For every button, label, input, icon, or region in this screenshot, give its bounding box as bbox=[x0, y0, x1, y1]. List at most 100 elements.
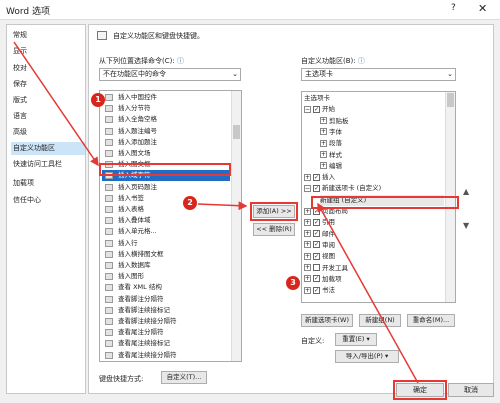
command-list-item[interactable]: 查看 XML 结构 bbox=[102, 282, 230, 293]
ribbon-tree-item[interactable]: + ✓ 加载项 bbox=[304, 274, 444, 285]
expand-icon[interactable]: + bbox=[304, 264, 311, 271]
customize-shortcut-button[interactable]: 自定义(T)... bbox=[161, 371, 207, 384]
command-list-item[interactable]: 插入题注编号 bbox=[102, 126, 230, 137]
command-icon bbox=[105, 284, 113, 292]
collapse-icon[interactable]: − bbox=[304, 105, 311, 113]
sidebar-item-10[interactable]: 信任中心 bbox=[11, 194, 85, 207]
ribbon-tree-item[interactable]: + 剪贴板 bbox=[320, 116, 444, 127]
ribbon-tree-item[interactable]: + 字体 bbox=[320, 127, 444, 138]
ok-button[interactable]: 确定 bbox=[393, 380, 447, 400]
command-list-item[interactable]: 插入图形 bbox=[102, 271, 230, 282]
command-list-item[interactable]: 插入表格 bbox=[102, 204, 230, 215]
ribbon-tree-item[interactable]: + 编辑 bbox=[320, 161, 444, 172]
ribbon-tree-item[interactable]: + ✓ 引用 bbox=[304, 217, 444, 228]
expand-icon[interactable]: + bbox=[304, 286, 311, 294]
tab-checkbox[interactable]: ✓ bbox=[313, 184, 320, 192]
command-list-item[interactable]: 插入全角空格 bbox=[102, 114, 230, 125]
command-list-item[interactable]: 插入数据库 bbox=[102, 260, 230, 271]
new-group-button[interactable]: 新建组(N) bbox=[359, 314, 401, 327]
collapse-icon[interactable]: − bbox=[304, 184, 311, 192]
command-list-item[interactable]: 查看脚注续接分隔符 bbox=[102, 316, 230, 327]
ribbon-tree-item[interactable]: + ✓ 邮件 bbox=[304, 229, 444, 240]
command-list-item[interactable]: 查看尾注续接标记 bbox=[102, 338, 230, 349]
new-tab-button[interactable]: 新建选项卡(W) bbox=[301, 314, 353, 327]
command-list[interactable]: 插入中国控件 插入分节符 插入全角空格 插入题注编号 插入添加题注 插入图文场 插入图文框插… bbox=[99, 90, 242, 362]
command-list-scrollbar[interactable] bbox=[231, 91, 241, 361]
command-list-item[interactable]: 查看脚注续接标记 bbox=[102, 305, 230, 316]
move-up-icon[interactable]: ▲ bbox=[463, 187, 469, 196]
sidebar-item-4[interactable]: 版式 bbox=[11, 94, 85, 107]
ribbon-tree-item[interactable]: 主选项卡 bbox=[304, 93, 444, 104]
ribbon-tree-item[interactable]: + ✓ 审阅 bbox=[304, 240, 444, 251]
command-list-item[interactable]: 插入叠体域 bbox=[102, 215, 230, 226]
sidebar-item-2[interactable]: 校对 bbox=[11, 62, 85, 75]
command-source-select[interactable]: 不在功能区中的命令 ⌄ bbox=[99, 68, 241, 81]
tab-checkbox[interactable]: ✓ bbox=[313, 286, 320, 294]
close-icon[interactable]: ✕ bbox=[478, 2, 487, 15]
ribbon-tree-item[interactable]: + 段落 bbox=[320, 138, 444, 149]
command-list-item[interactable]: 插入行 bbox=[102, 238, 230, 249]
tab-checkbox[interactable]: ✓ bbox=[313, 241, 320, 249]
ribbon-tree-item[interactable]: + ✓ 书法 bbox=[304, 285, 444, 296]
ribbon-tree-item[interactable]: + 样式 bbox=[320, 150, 444, 161]
sidebar-item-6[interactable]: 高级 bbox=[11, 126, 85, 139]
command-list-item[interactable]: 插入中国控件 bbox=[102, 92, 230, 103]
command-list-item[interactable]: 插入图文场 bbox=[102, 148, 230, 159]
command-list-item[interactable]: 插入添加题注 bbox=[102, 137, 230, 148]
expand-icon[interactable]: + bbox=[304, 252, 311, 260]
command-list-item[interactable]: 插入横排图文框 bbox=[102, 249, 230, 260]
command-icon bbox=[105, 116, 113, 124]
command-icon bbox=[105, 250, 113, 258]
add-button[interactable]: 添加(A) >> bbox=[250, 202, 298, 221]
expand-icon[interactable]: + bbox=[304, 173, 311, 181]
import-export-dropdown[interactable]: 导入/导出(P) ▾ bbox=[335, 350, 399, 363]
remove-button[interactable]: << 删除(R) bbox=[253, 223, 295, 236]
help-icon[interactable]: ? bbox=[451, 3, 456, 13]
expand-icon[interactable]: + bbox=[320, 139, 327, 147]
ribbon-tree-item[interactable]: − ✓ 开始 bbox=[304, 104, 444, 115]
tab-checkbox[interactable]: ✓ bbox=[313, 230, 320, 238]
command-list-item[interactable]: 插入单元格... bbox=[102, 226, 230, 237]
sidebar-item-1[interactable]: 显示 bbox=[11, 45, 85, 58]
command-list-item[interactable]: 插入页码题注 bbox=[102, 182, 230, 193]
expand-icon[interactable]: + bbox=[320, 117, 327, 125]
ribbon-tree-item[interactable]: + ✓ 视图 bbox=[304, 251, 444, 262]
expand-icon[interactable]: + bbox=[304, 218, 311, 226]
expand-icon[interactable]: + bbox=[304, 207, 311, 215]
tab-checkbox[interactable]: ✓ bbox=[313, 105, 320, 113]
tab-checkbox[interactable]: ✓ bbox=[313, 275, 320, 283]
expand-icon[interactable]: + bbox=[304, 230, 311, 238]
tab-checkbox[interactable] bbox=[313, 264, 320, 271]
cancel-button[interactable]: 取消 bbox=[448, 383, 494, 397]
sidebar-item-8[interactable]: 快速访问工具栏 bbox=[11, 158, 85, 171]
reset-dropdown[interactable]: 重置(E) ▾ bbox=[335, 333, 377, 346]
expand-icon[interactable]: + bbox=[320, 128, 327, 136]
command-list-item[interactable]: 插入书签 bbox=[102, 193, 230, 204]
sidebar-item-9[interactable]: 加载项 bbox=[11, 177, 85, 190]
sidebar-item-5[interactable]: 语言 bbox=[11, 110, 85, 123]
sidebar-item-7[interactable]: 自定义功能区 bbox=[11, 142, 85, 155]
ribbon-target-select[interactable]: 主选项卡 ⌄ bbox=[301, 68, 456, 81]
ribbon-tree-item[interactable]: + ✓ 插入 bbox=[304, 172, 444, 183]
expand-icon[interactable]: + bbox=[320, 162, 327, 170]
command-list-item[interactable]: 查看尾注分隔符 bbox=[102, 327, 230, 338]
sidebar-item-0[interactable]: 常规 bbox=[11, 29, 85, 42]
expand-icon[interactable]: + bbox=[304, 275, 311, 283]
tab-checkbox[interactable]: ✓ bbox=[313, 252, 320, 260]
command-list-item[interactable]: 查看尾注续接分隔符 bbox=[102, 350, 230, 361]
expand-icon[interactable]: + bbox=[320, 151, 327, 158]
move-down-icon[interactable]: ▼ bbox=[463, 221, 469, 230]
sidebar-item-3[interactable]: 保存 bbox=[11, 78, 85, 91]
rename-button[interactable]: 重命名(M)... bbox=[407, 314, 455, 327]
ribbon-tree-item[interactable]: − ✓ 新建选项卡 (自定义) bbox=[304, 183, 444, 194]
command-list-item[interactable]: 查看脚注分隔符 bbox=[102, 294, 230, 305]
tab-checkbox[interactable]: ✓ bbox=[313, 218, 320, 226]
command-label: 插入叠体域 bbox=[118, 216, 151, 225]
customize-label: 自定义: bbox=[301, 337, 325, 345]
tab-checkbox[interactable]: ✓ bbox=[313, 173, 320, 181]
ribbon-tree-item[interactable]: + 开发工具 bbox=[304, 263, 444, 274]
expand-icon[interactable]: + bbox=[304, 241, 311, 249]
scrollbar-thumb[interactable] bbox=[233, 125, 240, 139]
command-list-item[interactable]: 插入分节符 bbox=[102, 103, 230, 114]
scrollbar-thumb[interactable] bbox=[447, 93, 454, 107]
